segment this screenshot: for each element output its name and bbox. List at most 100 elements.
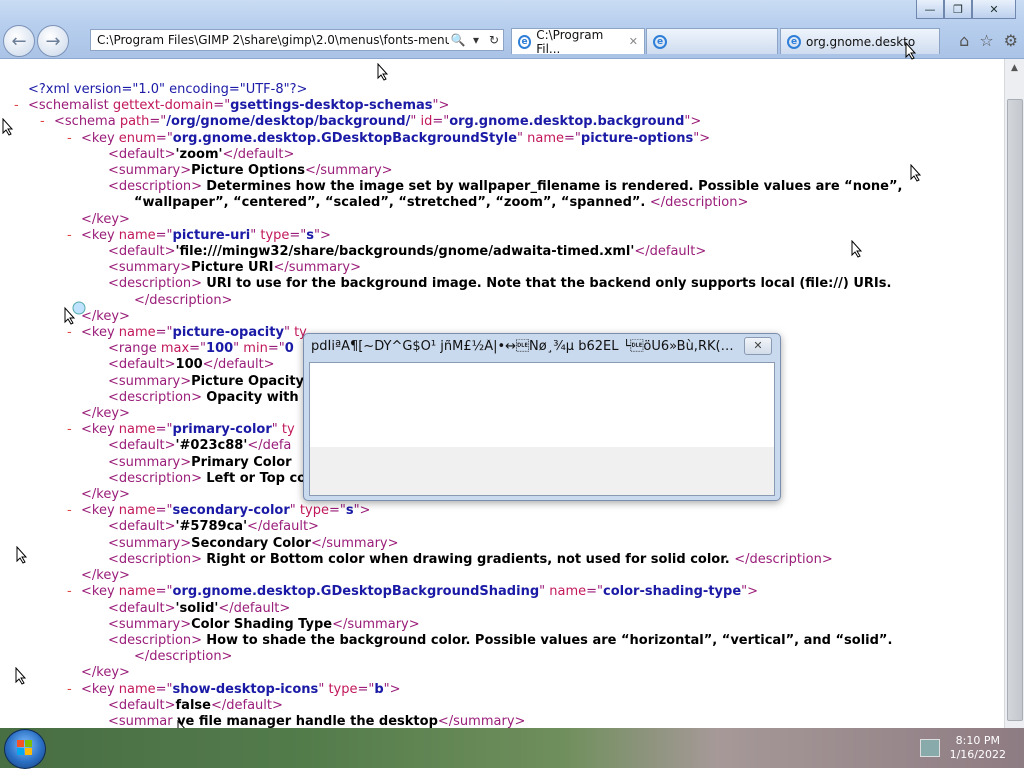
home-icon[interactable]: ⌂ — [959, 31, 969, 50]
xml-token: name — [118, 503, 156, 519]
collapse-toggle[interactable]: - — [67, 584, 72, 600]
collapse-toggle[interactable]: - — [14, 98, 19, 114]
ie-icon: e — [518, 34, 532, 49]
xml-token: ty — [281, 422, 295, 438]
xml-token: =" — [155, 130, 173, 146]
xml-token: <description> — [108, 551, 207, 567]
xml-token: "> — [684, 114, 702, 130]
back-button[interactable]: ← — [3, 25, 35, 57]
xml-line: <default>'file:///mingw32/share/backgrou… — [0, 244, 902, 260]
scroll-up-icon[interactable]: ▲ — [1005, 59, 1024, 77]
xml-token: </key> — [81, 406, 130, 422]
xml-token: =" — [155, 503, 173, 519]
xml-token: "> — [353, 503, 371, 519]
forward-button[interactable]: → — [37, 25, 69, 57]
cursor-arrow-icon — [16, 546, 28, 564]
xml-token: " — [410, 114, 421, 130]
xml-token: <summary> — [108, 163, 192, 179]
close-window-button[interactable]: ✕ — [972, 0, 1016, 19]
xml-line: <default>false</default> — [0, 698, 902, 714]
favorites-icon[interactable]: ☆ — [979, 31, 993, 50]
xml-token: <default> — [108, 519, 176, 535]
refresh-icon[interactable]: ↻ — [485, 33, 503, 47]
minimize-button[interactable]: — — [916, 0, 944, 19]
xml-token: b — [374, 681, 384, 697]
xml-token: <description> — [108, 276, 207, 292]
forward-arrow-icon: → — [45, 30, 61, 52]
xml-line: <summary>Secondary Color</summary> — [0, 536, 902, 552]
xml-token: name — [118, 681, 156, 697]
xml-token: </default> — [222, 146, 295, 162]
xml-token: " — [539, 584, 550, 600]
xml-token: <description> — [108, 632, 207, 648]
search-icon[interactable]: 🔍 — [449, 33, 467, 47]
cursor-arrow-icon — [910, 164, 922, 182]
xml-line: <summary>Color Shading Type</summary> — [0, 617, 902, 633]
cursor-arrow-icon — [851, 240, 863, 258]
address-bar[interactable]: C:\Program Files\GIMP 2\share\gimp\2.0\m… — [90, 29, 504, 51]
scrollbar-thumb[interactable] — [1007, 99, 1023, 721]
xml-token: <default> — [108, 600, 176, 616]
xml-token: Picture URI — [191, 260, 274, 276]
xml-token: </default> — [634, 244, 707, 260]
collapse-toggle[interactable]: - — [67, 228, 72, 244]
xml-token: </default> — [210, 697, 283, 713]
xml-token: name — [118, 325, 156, 341]
xml-token: enum — [118, 130, 156, 146]
xml-token: 100 — [206, 341, 234, 357]
maximize-button[interactable]: ❐ — [944, 0, 972, 19]
xml-token: =" — [432, 114, 450, 130]
cursor-arrow-icon — [905, 42, 917, 60]
xml-token: <description> — [108, 389, 207, 405]
xml-token: =" — [564, 130, 581, 146]
collapse-toggle[interactable]: - — [67, 503, 72, 519]
xml-token: <?xml version="1.0" encoding="UTF-8"?> — [28, 82, 308, 97]
xml-token: <key — [81, 227, 119, 243]
vertical-scrollbar[interactable]: ▲ — [1004, 59, 1024, 728]
xml-token: s — [345, 503, 354, 519]
gear-icon[interactable]: ⚙ — [1004, 31, 1018, 50]
xml-token: type — [260, 227, 290, 243]
xml-token: </description> — [649, 195, 749, 211]
xml-token: <default> — [108, 697, 176, 713]
xml-token: Picture Options — [191, 163, 306, 179]
xml-token: =" — [155, 422, 173, 438]
clock[interactable]: 8:10 PM 1/16/2022 — [950, 734, 1006, 762]
browser-chrome: — ❐ ✕ ← → C:\Program Files\GIMP 2\share\… — [0, 0, 1024, 59]
tab-blank[interactable]: e — [646, 28, 778, 54]
collapse-toggle[interactable]: - — [40, 114, 45, 130]
dialog-close-button[interactable]: ✕ — [744, 337, 772, 355]
xml-line: </description> — [0, 293, 902, 309]
collapse-toggle[interactable]: - — [67, 131, 72, 147]
xml-token: </key> — [81, 211, 130, 227]
xml-token: <default> — [108, 146, 176, 162]
xml-token: </summary> — [273, 260, 361, 276]
xml-token: name — [118, 227, 156, 243]
xml-token: </key> — [81, 487, 130, 503]
collapse-toggle[interactable]: - — [67, 422, 72, 438]
xml-token: </summary> — [305, 163, 393, 179]
xml-token: " — [517, 130, 528, 146]
xml-token: " — [289, 503, 300, 519]
xml-token: </default> — [218, 600, 291, 616]
xml-token: </summary> — [437, 713, 526, 728]
xml-token: Picture Opacity — [191, 373, 305, 389]
network-icon[interactable] — [919, 739, 940, 757]
tab-fonts-menu[interactable]: e C:\Program Fil... ✕ — [511, 28, 645, 56]
xml-token: <schema — [54, 114, 120, 130]
address-url[interactable]: C:\Program Files\GIMP 2\share\gimp\2.0\m… — [97, 33, 449, 47]
start-button[interactable] — [4, 729, 46, 769]
xml-token: =" — [213, 98, 231, 114]
clock-time: 8:10 PM — [955, 734, 1000, 747]
collapse-toggle[interactable]: - — [67, 325, 72, 341]
xml-line: - <key name="show-desktop-icons" type="b"… — [0, 682, 902, 698]
xml-token: <summar — [108, 713, 173, 728]
chevron-down-icon[interactable]: ▾ — [467, 33, 485, 47]
xml-token: " — [271, 422, 282, 438]
close-tab-icon[interactable]: ✕ — [629, 35, 638, 48]
xml-token: Determines how the image set by wallpape… — [206, 179, 903, 195]
collapse-toggle[interactable]: - — [67, 682, 72, 698]
garbled-dialog: pdÌiªÃ¶[~DY^G$Ô¹ jñM£½Â|•↔Nø¸¾µ b62EL └… — [303, 333, 781, 501]
xml-token: /org/gnome/desktop/background/ — [166, 114, 411, 130]
xml-token: picture-opacity — [172, 325, 284, 341]
